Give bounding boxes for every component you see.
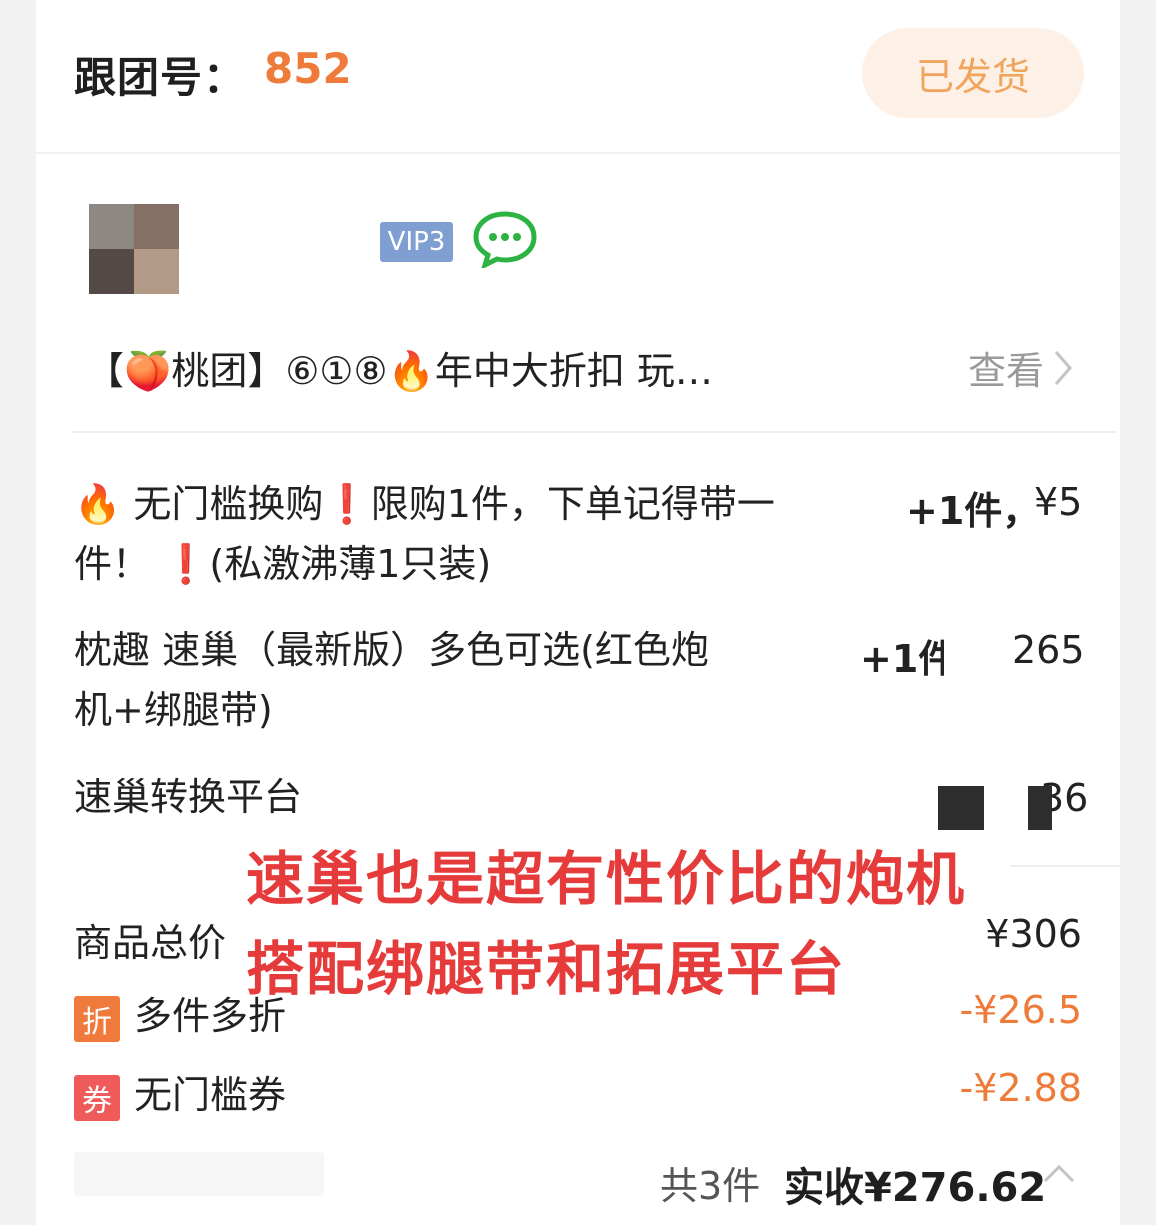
discount-badge-icon: 折 (74, 995, 120, 1042)
divider (36, 152, 1120, 154)
chevron-right-icon (1054, 350, 1073, 385)
item-name-line: 枕趣 速巢（最新版）多色可选(红色炮 (74, 628, 709, 672)
blurred-text (74, 1152, 324, 1196)
view-label: 查看 (968, 349, 1045, 393)
item-price: ¥5 (1034, 480, 1083, 524)
avatar[interactable] (89, 204, 179, 294)
item-name-line: 🔥 无门槛换购❗限购1件，下单记得带一 (74, 482, 775, 526)
item-name-line: 机+绑腿带) (74, 688, 273, 732)
discount-row: 折多件多折 (74, 985, 286, 1042)
item-count: 共3件 (660, 1164, 761, 1208)
discount-value: -¥26.5 (959, 988, 1083, 1032)
item-quantity: +1件， (906, 489, 1041, 533)
subtotal-value: ¥306 (985, 912, 1082, 956)
list-item[interactable]: 枕趣 速巢（最新版）多色可选(红色炮 机+绑腿带) (74, 620, 844, 740)
total-paid: 实收¥276.62 (784, 1165, 1047, 1211)
item-price: 265 (1012, 628, 1085, 672)
subtotal-label: 商品总价 (74, 921, 227, 965)
coupon-badge-icon: 券 (74, 1074, 120, 1121)
order-header: 跟团号： 852 已发货 (36, 0, 1120, 152)
divider (1010, 865, 1120, 867)
overlay-caption-line: 搭配绑腿带和拓展平台 (246, 935, 847, 1003)
coupon-label: 无门槛券 (134, 1073, 287, 1117)
coupon-value: -¥2.88 (959, 1066, 1083, 1110)
redaction-mask (944, 630, 1004, 676)
list-item[interactable]: 速巢转换平台 (74, 767, 302, 827)
coupon-row: 券无门槛券 (74, 1064, 286, 1121)
chat-bubble-icon[interactable] (472, 210, 538, 268)
divider (72, 431, 1116, 433)
group-number: 852 (264, 44, 352, 93)
vip-badge: VIP3 (380, 222, 453, 262)
view-button[interactable]: 查看 (968, 340, 1074, 395)
list-item[interactable]: 🔥 无门槛换购❗限购1件，下单记得带一 件！ ❗(私激沸薄1只装) (74, 474, 864, 594)
discount-label: 多件多折 (134, 994, 287, 1038)
group-number-label: 跟团号： (74, 53, 247, 102)
item-quantity: +1件 (860, 637, 957, 681)
redaction-mask (938, 786, 984, 830)
item-name-line: 速巢转换平台 (74, 775, 303, 819)
redaction-mask (1028, 786, 1052, 830)
chevron-up-icon[interactable] (1042, 1162, 1076, 1184)
item-name-line: 件！ ❗(私激沸薄1只装) (74, 542, 492, 586)
overlay-caption-line: 速巢也是超有性价比的炮机 (246, 845, 967, 913)
group-title[interactable]: 【🍑桃团】⑥①⑧🔥年中大折扣 玩… (86, 340, 713, 395)
order-status-badge[interactable]: 已发货 (862, 28, 1084, 118)
